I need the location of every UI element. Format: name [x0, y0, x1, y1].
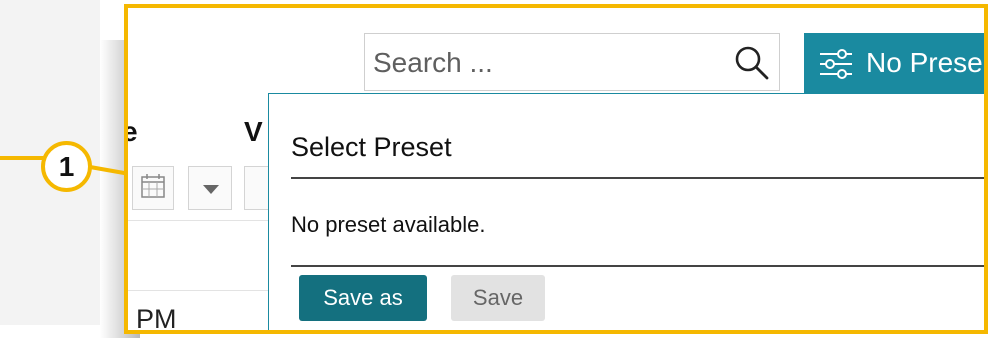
caret-down-icon — [203, 185, 219, 194]
popup-divider — [291, 177, 984, 179]
row-divider — [128, 220, 278, 221]
search-icon[interactable] — [733, 44, 771, 82]
popup-message: No preset available. — [291, 212, 486, 237]
search-box — [364, 33, 780, 91]
date-picker-button[interactable] — [132, 166, 174, 210]
highlight-frame: No Prese e V PM Select Preset No preset … — [124, 4, 988, 334]
preset-button[interactable]: No Prese — [804, 33, 984, 95]
search-input[interactable] — [371, 44, 715, 82]
table-cell-time: PM — [136, 304, 177, 334]
callout-badge: 1 — [41, 141, 92, 192]
row-divider — [128, 290, 278, 291]
preset-button-label: No Prese — [866, 47, 983, 78]
preset-popup: Select Preset No preset available. Save … — [268, 93, 984, 330]
save-button[interactable]: Save — [451, 275, 545, 321]
column-header-v: V — [244, 116, 263, 147]
save-as-button[interactable]: Save as — [299, 275, 427, 321]
sliders-icon — [820, 49, 852, 79]
calendar-icon — [141, 174, 165, 198]
popup-divider — [291, 265, 984, 267]
column-header-e: e — [128, 116, 138, 148]
popup-title: Select Preset — [291, 132, 452, 162]
filter-dropdown-button[interactable] — [188, 166, 232, 210]
